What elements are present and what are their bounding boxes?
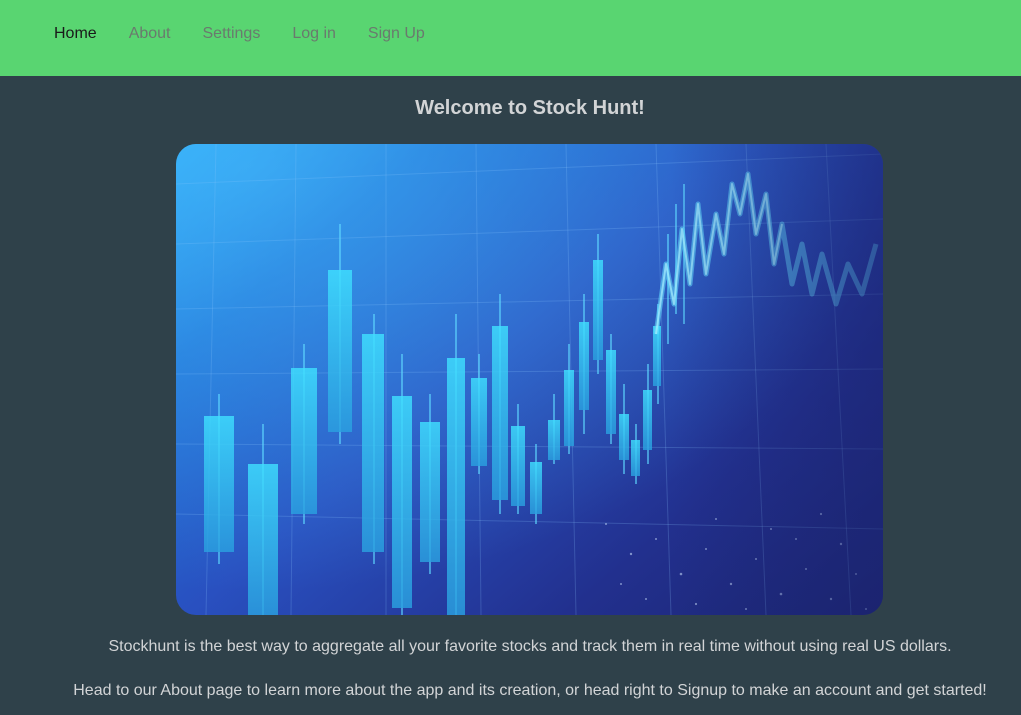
stock-chart-illustration xyxy=(176,144,883,615)
nav-signup-link[interactable]: Sign Up xyxy=(368,25,425,43)
nav-settings-link[interactable]: Settings xyxy=(203,25,261,43)
nav-about-link[interactable]: About xyxy=(129,25,171,43)
hero-image xyxy=(176,144,883,615)
intro-paragraph: Stockhunt is the best way to aggregate a… xyxy=(108,638,952,655)
cta-paragraph: Head to our About page to learn more abo… xyxy=(73,682,987,699)
page-title: Welcome to Stock Hunt! xyxy=(415,97,645,119)
nav-home-link[interactable]: Home xyxy=(54,25,97,43)
nav-login-link[interactable]: Log in xyxy=(292,25,336,43)
navbar: Home About Settings Log in Sign Up xyxy=(0,0,1021,76)
